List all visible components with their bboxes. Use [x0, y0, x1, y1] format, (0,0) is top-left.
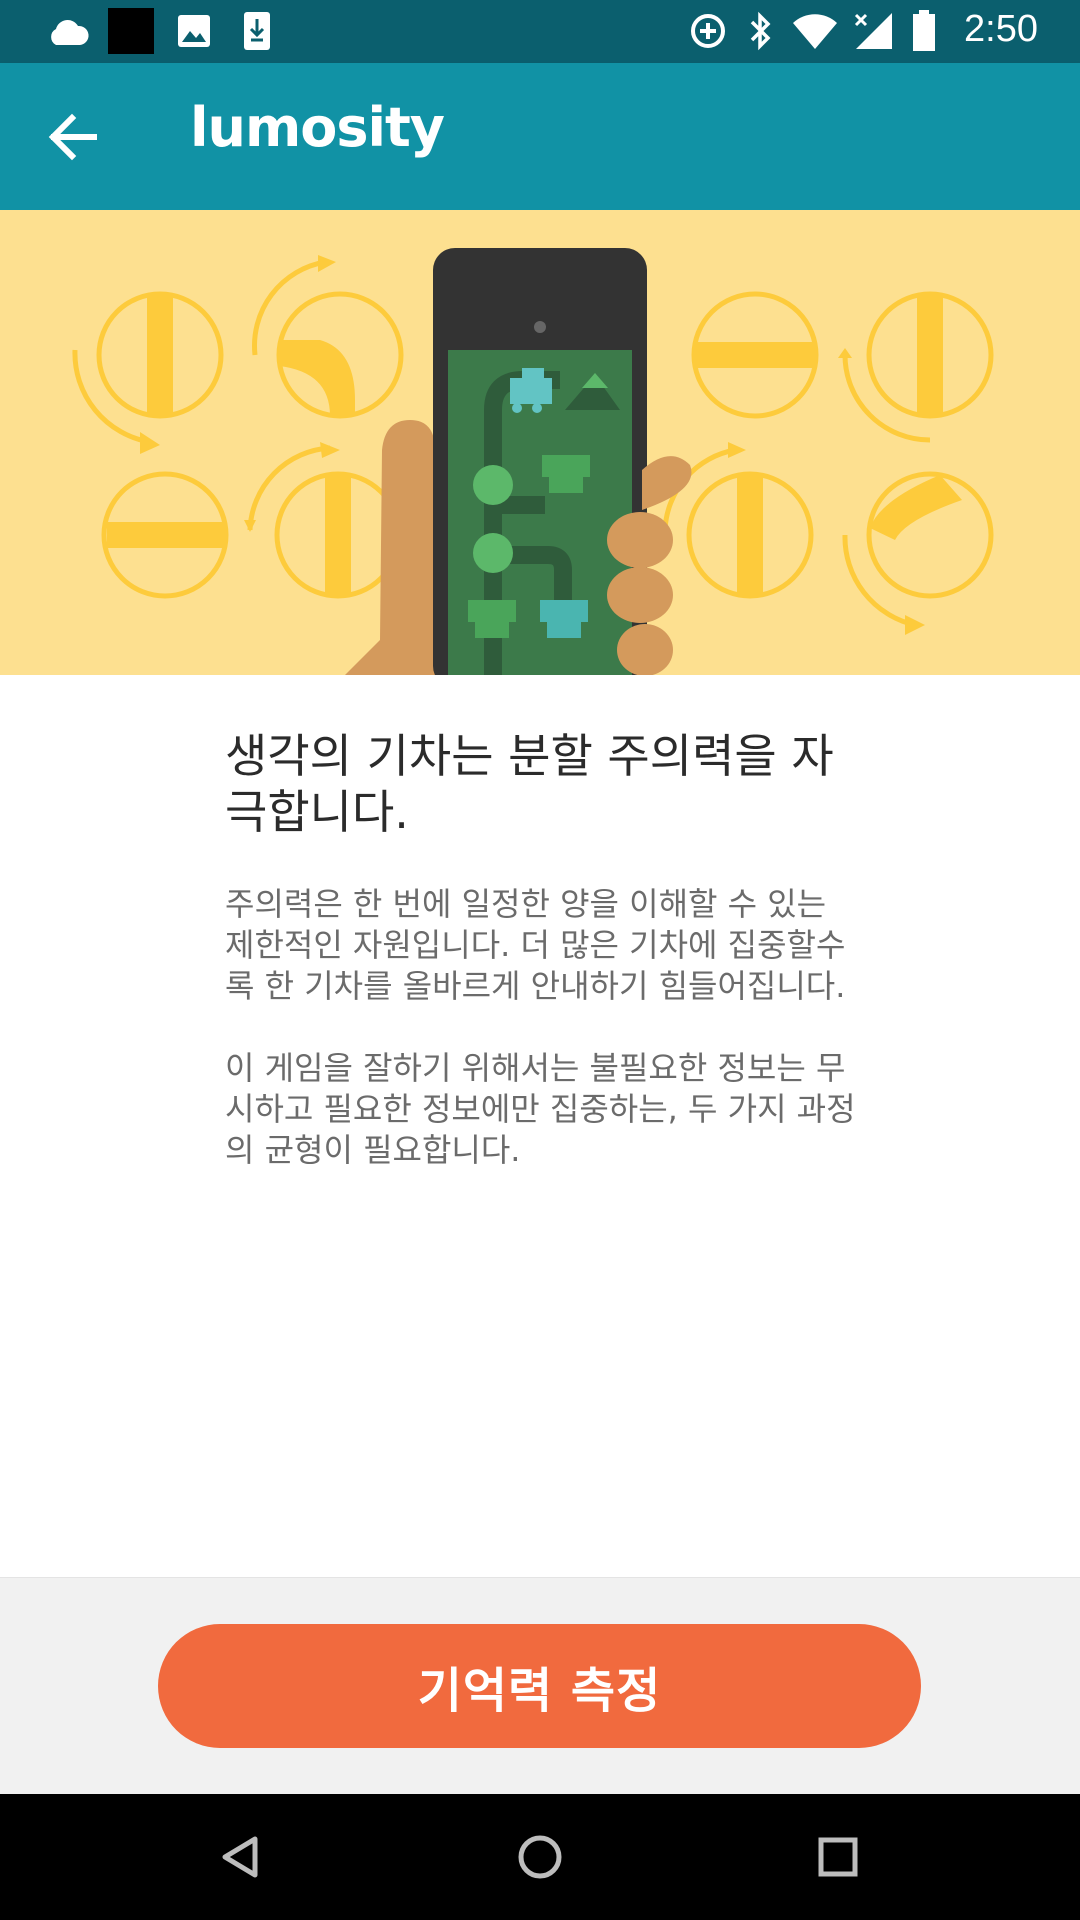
nav-recents-button[interactable] — [803, 1822, 873, 1892]
back-triangle-icon — [222, 1836, 258, 1878]
image-icon — [178, 15, 210, 47]
cellular-no-signal-icon — [854, 13, 892, 49]
content: 생각의 기차는 분할 주의력을 자극합니다. 주의력은 한 번에 일정한 양을 … — [225, 728, 865, 1171]
arrow-back-icon — [48, 113, 97, 161]
back-button[interactable] — [30, 93, 118, 181]
nav-home-button[interactable] — [505, 1822, 575, 1892]
status-bar: 2:50 — [0, 0, 1080, 63]
status-time: 2:50 — [964, 8, 1038, 50]
home-circle-icon — [518, 1835, 562, 1879]
nav-back-button[interactable] — [205, 1822, 275, 1892]
download-icon — [244, 12, 270, 50]
description-paragraph-2: 이 게임을 잘하기 위해서는 불필요한 정보는 무시하고 필요한 정보에만 집중… — [225, 1049, 856, 1169]
battery-icon — [913, 10, 935, 51]
hero-illustration — [0, 210, 1080, 675]
footer: 기억력 측정 — [0, 1577, 1080, 1795]
data-saver-icon — [691, 14, 725, 48]
recents-square-icon — [818, 1837, 858, 1877]
headline: 생각의 기차는 분할 주의력을 자극합니다. — [225, 729, 834, 839]
navigation-bar — [0, 1794, 1080, 1920]
lumosity-logo: lumosity — [190, 96, 445, 159]
measure-memory-button[interactable]: 기억력 측정 — [158, 1624, 921, 1748]
app-bar: lumosity — [0, 63, 1080, 210]
bluetooth-icon — [750, 11, 771, 51]
wifi-icon — [793, 14, 837, 50]
black-square-notification-icon — [108, 8, 154, 54]
cloud-icon — [51, 20, 89, 45]
description-paragraph-1: 주의력은 한 번에 일정한 양을 이해할 수 있는 제한적인 자원입니다. 더 … — [225, 885, 846, 1005]
train-switch-illustration-icon — [72, 248, 994, 675]
